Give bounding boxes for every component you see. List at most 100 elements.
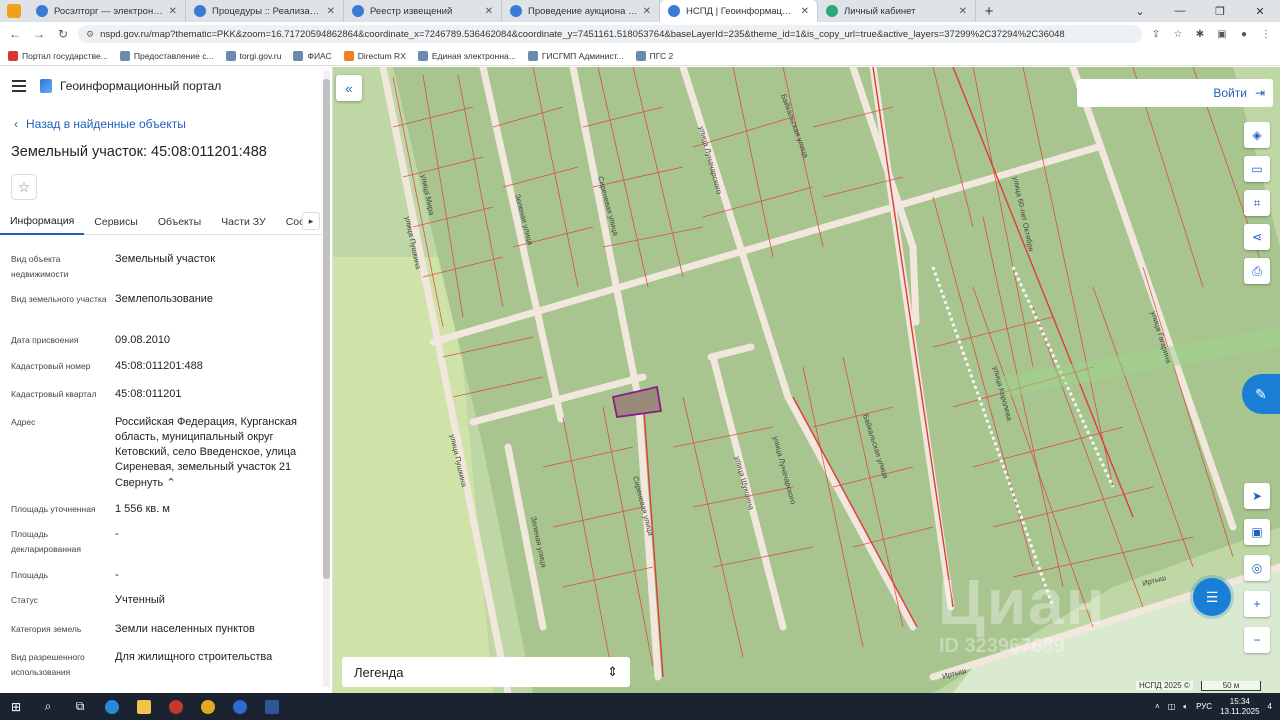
edge-icon[interactable] <box>96 693 128 720</box>
favorite-star-button[interactable]: ☆ <box>11 174 37 200</box>
extensions-icon[interactable]: ✱ <box>1192 26 1208 42</box>
tab-objects[interactable]: Объекты <box>148 209 211 235</box>
globe-icon <box>668 5 680 17</box>
share-icon[interactable]: ⇪ <box>1148 26 1164 42</box>
task-view-icon[interactable]: ⧉ <box>64 693 96 720</box>
panel-scrollbar[interactable] <box>323 71 330 687</box>
address-bar: ← → ↻ ⚙ nspd.gov.ru/map?thematic=PKK&zoom… <box>0 22 1280 46</box>
globe-icon <box>417 50 428 61</box>
globe-icon <box>510 5 522 17</box>
tab-cabinet[interactable]: Личный кабинет ✕ <box>818 0 976 22</box>
sidepanel-icon[interactable]: ▣ <box>1214 26 1230 42</box>
new-tab-button[interactable]: + <box>976 0 1002 22</box>
app-icon[interactable] <box>160 693 192 720</box>
share-icon[interactable]: ⋖ <box>1244 224 1270 250</box>
close-window-button[interactable]: ✕ <box>1240 0 1280 22</box>
bookmarks-bar: Портал государстве... Предоставление с..… <box>0 46 1280 66</box>
windows-start-icon[interactable]: ⊞ <box>0 693 32 720</box>
tab-auction[interactable]: Проведение аукциона в электр✕ <box>502 0 660 22</box>
tab-info[interactable]: Информация <box>0 209 85 235</box>
bookmark-5[interactable]: Единая электронна... <box>417 50 516 61</box>
minimize-button[interactable]: — <box>1160 0 1200 22</box>
language-indicator[interactable]: РУС <box>1196 702 1212 711</box>
login-icon: ⇥ <box>1254 86 1265 100</box>
close-icon[interactable]: ✕ <box>643 6 651 17</box>
chrome-icon[interactable] <box>192 693 224 720</box>
gosuslugi-icon <box>8 50 18 61</box>
cadastral-map[interactable]: улица Мира улица Пушкина улица Пушкина З… <box>333 67 1280 693</box>
cabinet-icon <box>826 5 838 17</box>
map-canvas[interactable]: улица Мира улица Пушкина улица Пушкина З… <box>333 67 1280 693</box>
map-scale: 50 м <box>1201 681 1261 691</box>
explorer-icon[interactable] <box>128 693 160 720</box>
hamburger-menu-icon[interactable] <box>12 80 26 92</box>
notifications-badge[interactable]: 4 <box>1268 702 1272 711</box>
panel-header: Геоинформационный портал <box>12 79 221 93</box>
minimap-icon[interactable]: ▣ <box>1244 519 1270 545</box>
ruler-icon[interactable]: ▭ <box>1244 156 1270 182</box>
globe-icon <box>194 5 206 17</box>
collapse-panel-button[interactable]: « <box>336 75 362 101</box>
reload-icon[interactable]: ↻ <box>54 25 72 43</box>
globe-icon <box>352 5 364 17</box>
zoom-out-icon[interactable]: − <box>1244 627 1270 653</box>
tab-procedures[interactable]: Процедуры :: Реализация госим✕ <box>186 0 344 22</box>
network-icon[interactable]: ◫ <box>1168 702 1176 711</box>
portal-logo[interactable]: Геоинформационный портал <box>40 79 221 93</box>
bookmark-0[interactable]: Портал государстве... <box>8 50 108 61</box>
bookmark-star-icon[interactable]: ☆ <box>1170 26 1186 42</box>
tab-search-icon[interactable]: ⌄ <box>1120 0 1160 22</box>
bookmark-4[interactable]: Directum RX <box>343 50 406 61</box>
bookmark-7[interactable]: ПГС 2 <box>635 50 673 61</box>
feedback-side-button[interactable]: ✎ <box>1242 374 1280 414</box>
word-icon[interactable] <box>256 693 288 720</box>
geolocation-icon[interactable]: ◎ <box>1244 555 1270 581</box>
tray-up-icon[interactable]: ˄ <box>1155 702 1160 711</box>
tabs-scroll-right-button[interactable]: ▸ <box>302 212 320 230</box>
tab-nspd[interactable]: НСПД | Геоинформационный п✕ <box>660 0 818 22</box>
volume-icon[interactable]: 🔈︎ <box>1183 702 1188 712</box>
legend-dropdown[interactable]: Легенда ⇕ <box>342 657 630 687</box>
tab-services[interactable]: Сервисы <box>84 209 148 235</box>
chat-icon[interactable]: ☰ <box>1193 578 1231 616</box>
layers-icon[interactable]: ◈ <box>1244 122 1270 148</box>
chevron-left-icon: ‹ <box>14 117 18 131</box>
locate-icon[interactable]: ➤ <box>1244 483 1270 509</box>
close-icon[interactable]: ✕ <box>801 6 809 17</box>
globe-icon <box>527 50 538 61</box>
zoom-in-icon[interactable]: + <box>1244 591 1270 617</box>
close-icon[interactable]: ✕ <box>169 6 177 17</box>
updown-chevron-icon: ⇕ <box>607 664 618 679</box>
tab-registry[interactable]: Реестр извещений ✕ <box>344 0 502 22</box>
url-input[interactable]: ⚙ nspd.gov.ru/map?thematic=PKK&zoom=16.71… <box>78 25 1142 43</box>
yandex-icon[interactable] <box>224 693 256 720</box>
portal-logo-icon <box>40 79 52 93</box>
forward-icon[interactable]: → <box>30 25 48 43</box>
site-info-icon[interactable]: ⚙ <box>86 29 94 40</box>
menu-icon[interactable]: ⋮ <box>1258 26 1274 42</box>
login-button[interactable]: Войти ⇥ <box>1077 79 1273 107</box>
bookmark-1[interactable]: Предоставление с... <box>119 50 214 61</box>
tab-pinned[interactable] <box>0 0 28 22</box>
tab-parts[interactable]: Части ЗУ <box>211 209 276 235</box>
tab-roseltorg[interactable]: Росэлторг — электронная торгов✕ <box>28 0 186 22</box>
back-to-results-link[interactable]: ‹ Назад в найденные объекты <box>14 117 186 131</box>
globe-icon <box>293 50 304 61</box>
bookmark-6[interactable]: ГИСГМП Админист... <box>527 50 624 61</box>
print-icon[interactable]: ⎙ <box>1244 258 1270 284</box>
close-icon[interactable]: ✕ <box>959 6 967 17</box>
collapse-link[interactable]: Свернуть ⌃ <box>115 476 311 491</box>
bookmark-2[interactable]: torgi.gov.ru <box>225 50 281 61</box>
clock[interactable]: 15:34 13.11.2025 <box>1220 697 1259 717</box>
profile-icon[interactable]: ● <box>1236 26 1252 42</box>
search-icon[interactable]: ⌕ <box>32 693 64 720</box>
map-credit: НСПД 2025 © <box>1136 681 1193 690</box>
panel-scrollbar-thumb[interactable] <box>323 79 330 579</box>
back-icon[interactable]: ← <box>6 25 24 43</box>
close-icon[interactable]: ✕ <box>327 6 335 17</box>
object-title: Земельный участок: 45:08:011201:488 <box>11 144 267 160</box>
close-icon[interactable]: ✕ <box>485 6 493 17</box>
maximize-button[interactable]: ❐ <box>1200 0 1240 22</box>
select-area-icon[interactable]: ⌗ <box>1244 190 1270 216</box>
bookmark-3[interactable]: ФИАС <box>293 50 332 61</box>
